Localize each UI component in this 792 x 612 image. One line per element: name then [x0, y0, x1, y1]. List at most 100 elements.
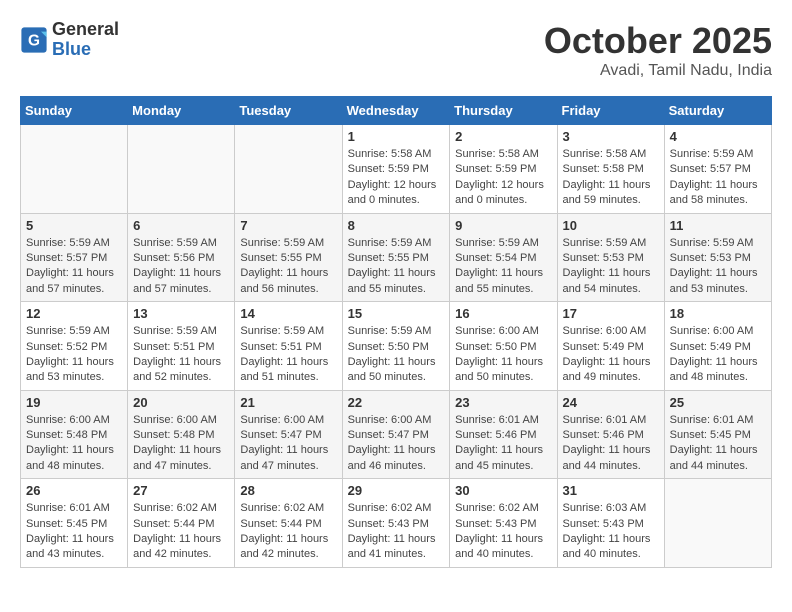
calendar-cell: 26 Sunrise: 6:01 AM Sunset: 5:45 PM Dayli…	[21, 479, 128, 568]
logo-general-text: General	[52, 19, 119, 39]
day-info: Sunrise: 5:58 AM Sunset: 5:58 PM Dayligh…	[563, 147, 659, 209]
calendar-week-3: 12 Sunrise: 5:59 AM Sunset: 5:52 PM Dayli…	[21, 302, 772, 391]
calendar-cell: 5Sunrise: 5:59 AM Sunset: 5:57 PM Daylig…	[21, 213, 128, 302]
calendar-cell: 14 Sunrise: 5:59 AM Sunset: 5:51 PM Dayli…	[235, 302, 342, 391]
logo-blue-text: Blue	[52, 39, 91, 59]
calendar-cell: 13 Sunrise: 5:59 AM Sunset: 5:51 PM Dayli…	[128, 302, 235, 391]
logo-icon: G	[20, 26, 48, 54]
day-info: Sunrise: 5:59 AM Sunset: 5:56 PM Dayligh…	[133, 236, 229, 298]
calendar-cell: 19 Sunrise: 6:00 AM Sunset: 5:48 PM Dayli…	[21, 390, 128, 479]
calendar-cell: 15 Sunrise: 5:59 AM Sunset: 5:50 PM Dayli…	[342, 302, 450, 391]
day-number: 9	[455, 218, 551, 233]
calendar-cell: 1Sunrise: 5:58 AM Sunset: 5:59 PM Daylig…	[342, 125, 450, 214]
calendar-cell: 3Sunrise: 5:58 AM Sunset: 5:58 PM Daylig…	[557, 125, 664, 214]
day-info: Sunrise: 6:00 AM Sunset: 5:50 PM Dayligh…	[455, 324, 551, 386]
calendar-cell: 28Sunrise: 6:02 AM Sunset: 5:44 PM Dayli…	[235, 479, 342, 568]
day-number: 20	[133, 395, 229, 410]
day-info: Sunrise: 5:59 AM Sunset: 5:51 PM Dayligh…	[133, 324, 229, 386]
day-number: 26	[26, 483, 122, 498]
day-info: Sunrise: 5:58 AM Sunset: 5:59 PM Dayligh…	[455, 147, 551, 209]
calendar-cell: 16 Sunrise: 6:00 AM Sunset: 5:50 PM Dayli…	[450, 302, 557, 391]
day-number: 10	[563, 218, 659, 233]
svg-text:G: G	[28, 32, 40, 49]
day-number: 16	[455, 306, 551, 321]
day-number: 13	[133, 306, 229, 321]
day-header-monday: Monday	[128, 97, 235, 125]
calendar-cell	[128, 125, 235, 214]
day-info: Sunrise: 5:59 AM Sunset: 5:55 PM Dayligh…	[348, 236, 445, 298]
calendar-cell: 11Sunrise: 5:59 AM Sunset: 5:53 PM Dayli…	[664, 213, 771, 302]
location: Avadi, Tamil Nadu, India	[544, 62, 772, 80]
day-header-wednesday: Wednesday	[342, 97, 450, 125]
day-header-friday: Friday	[557, 97, 664, 125]
calendar-table: SundayMondayTuesdayWednesdayThursdayFrid…	[20, 96, 772, 568]
day-number: 24	[563, 395, 659, 410]
title-block: October 2025 Avadi, Tamil Nadu, India	[544, 20, 772, 80]
day-number: 21	[240, 395, 336, 410]
day-number: 15	[348, 306, 445, 321]
logo: G General Blue	[20, 20, 119, 60]
day-info: Sunrise: 5:59 AM Sunset: 5:50 PM Dayligh…	[348, 324, 445, 386]
day-number: 19	[26, 395, 122, 410]
day-info: Sunrise: 6:00 AM Sunset: 5:47 PM Dayligh…	[240, 413, 336, 475]
calendar-week-2: 5Sunrise: 5:59 AM Sunset: 5:57 PM Daylig…	[21, 213, 772, 302]
day-number: 29	[348, 483, 445, 498]
day-info: Sunrise: 6:01 AM Sunset: 5:46 PM Dayligh…	[563, 413, 659, 475]
calendar-cell: 31 Sunrise: 6:03 AM Sunset: 5:43 PM Dayli…	[557, 479, 664, 568]
calendar-cell: 18Sunrise: 6:00 AM Sunset: 5:49 PM Dayli…	[664, 302, 771, 391]
day-info: Sunrise: 6:01 AM Sunset: 5:45 PM Dayligh…	[26, 501, 122, 563]
day-number: 23	[455, 395, 551, 410]
day-number: 22	[348, 395, 445, 410]
day-info: Sunrise: 6:02 AM Sunset: 5:43 PM Dayligh…	[455, 501, 551, 563]
calendar-cell: 20 Sunrise: 6:00 AM Sunset: 5:48 PM Dayli…	[128, 390, 235, 479]
day-info: Sunrise: 5:59 AM Sunset: 5:51 PM Dayligh…	[240, 324, 336, 386]
calendar-cell: 12 Sunrise: 5:59 AM Sunset: 5:52 PM Dayli…	[21, 302, 128, 391]
day-number: 2	[455, 129, 551, 144]
calendar-cell: 30Sunrise: 6:02 AM Sunset: 5:43 PM Dayli…	[450, 479, 557, 568]
calendar-cell: 10 Sunrise: 5:59 AM Sunset: 5:53 PM Dayli…	[557, 213, 664, 302]
day-info: Sunrise: 5:59 AM Sunset: 5:57 PM Dayligh…	[26, 236, 122, 298]
calendar-cell: 23Sunrise: 6:01 AM Sunset: 5:46 PM Dayli…	[450, 390, 557, 479]
calendar-cell	[21, 125, 128, 214]
day-info: Sunrise: 6:02 AM Sunset: 5:44 PM Dayligh…	[240, 501, 336, 563]
calendar-cell	[235, 125, 342, 214]
day-info: Sunrise: 6:02 AM Sunset: 5:44 PM Dayligh…	[133, 501, 229, 563]
day-number: 14	[240, 306, 336, 321]
calendar-cell: 21 Sunrise: 6:00 AM Sunset: 5:47 PM Dayli…	[235, 390, 342, 479]
day-info: Sunrise: 6:00 AM Sunset: 5:48 PM Dayligh…	[26, 413, 122, 475]
day-info: Sunrise: 5:59 AM Sunset: 5:53 PM Dayligh…	[563, 236, 659, 298]
calendar-cell: 29 Sunrise: 6:02 AM Sunset: 5:43 PM Dayli…	[342, 479, 450, 568]
day-number: 6	[133, 218, 229, 233]
day-info: Sunrise: 6:00 AM Sunset: 5:48 PM Dayligh…	[133, 413, 229, 475]
day-header-saturday: Saturday	[664, 97, 771, 125]
day-info: Sunrise: 6:02 AM Sunset: 5:43 PM Dayligh…	[348, 501, 445, 563]
day-info: Sunrise: 5:59 AM Sunset: 5:55 PM Dayligh…	[240, 236, 336, 298]
calendar-week-4: 19 Sunrise: 6:00 AM Sunset: 5:48 PM Dayli…	[21, 390, 772, 479]
day-number: 31	[563, 483, 659, 498]
day-number: 4	[670, 129, 766, 144]
day-header-tuesday: Tuesday	[235, 97, 342, 125]
day-number: 12	[26, 306, 122, 321]
calendar-cell: 2 Sunrise: 5:58 AM Sunset: 5:59 PM Daylig…	[450, 125, 557, 214]
day-info: Sunrise: 6:00 AM Sunset: 5:49 PM Dayligh…	[563, 324, 659, 386]
page-header: G General Blue October 2025 Avadi, Tamil…	[20, 20, 772, 80]
calendar-cell	[664, 479, 771, 568]
calendar-cell: 7Sunrise: 5:59 AM Sunset: 5:55 PM Daylig…	[235, 213, 342, 302]
calendar-cell: 8Sunrise: 5:59 AM Sunset: 5:55 PM Daylig…	[342, 213, 450, 302]
calendar-cell: 17 Sunrise: 6:00 AM Sunset: 5:49 PM Dayli…	[557, 302, 664, 391]
month-title: October 2025	[544, 20, 772, 62]
day-info: Sunrise: 6:03 AM Sunset: 5:43 PM Dayligh…	[563, 501, 659, 563]
day-info: Sunrise: 6:00 AM Sunset: 5:49 PM Dayligh…	[670, 324, 766, 386]
calendar-cell: 4 Sunrise: 5:59 AM Sunset: 5:57 PM Daylig…	[664, 125, 771, 214]
day-info: Sunrise: 5:59 AM Sunset: 5:52 PM Dayligh…	[26, 324, 122, 386]
day-header-thursday: Thursday	[450, 97, 557, 125]
day-info: Sunrise: 5:59 AM Sunset: 5:54 PM Dayligh…	[455, 236, 551, 298]
calendar-week-1: 1Sunrise: 5:58 AM Sunset: 5:59 PM Daylig…	[21, 125, 772, 214]
calendar-cell: 9 Sunrise: 5:59 AM Sunset: 5:54 PM Daylig…	[450, 213, 557, 302]
calendar-cell: 24 Sunrise: 6:01 AM Sunset: 5:46 PM Dayli…	[557, 390, 664, 479]
calendar-header-row: SundayMondayTuesdayWednesdayThursdayFrid…	[21, 97, 772, 125]
calendar-cell: 6 Sunrise: 5:59 AM Sunset: 5:56 PM Daylig…	[128, 213, 235, 302]
day-info: Sunrise: 5:59 AM Sunset: 5:57 PM Dayligh…	[670, 147, 766, 209]
day-number: 17	[563, 306, 659, 321]
day-info: Sunrise: 5:58 AM Sunset: 5:59 PM Dayligh…	[348, 147, 445, 209]
